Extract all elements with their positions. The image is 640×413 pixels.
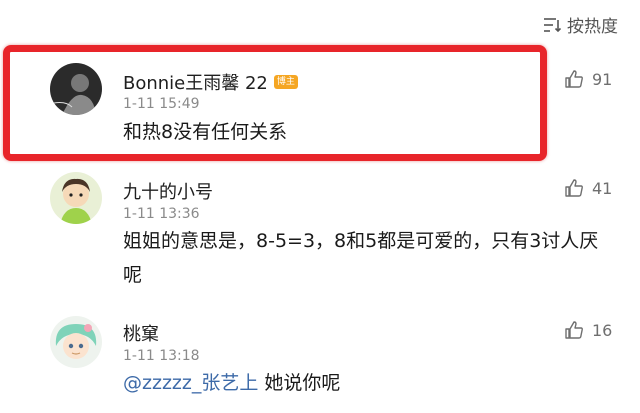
sort-icon (544, 17, 561, 32)
author-name: 九十的小号 (123, 182, 213, 203)
comment-text: 姐姐的意思是，8-5=3，8和5都是可爱的，只有3讨人厌呢 (123, 230, 599, 286)
avatar[interactable] (50, 172, 102, 224)
sort-label: 按热度 (567, 17, 618, 37)
like-count: 16 (592, 320, 613, 340)
like-count: 41 (592, 178, 613, 198)
comment-author[interactable]: 九十的小号 (123, 178, 213, 204)
comment-body: 她说你呢 (258, 372, 341, 394)
like-button[interactable]: 41 (564, 178, 612, 198)
sort-by-hot-button[interactable]: 按热度 (543, 12, 618, 37)
thumbs-up-icon (565, 179, 583, 197)
thumbs-up-icon (565, 70, 583, 88)
comment-time: 1-11 13:18 (123, 348, 200, 364)
avatar[interactable] (50, 316, 102, 368)
user-mention-link[interactable]: @zzzzz_张艺上 (123, 372, 258, 394)
like-button[interactable]: 16 (564, 320, 612, 340)
author-name: 桃窠 (123, 324, 159, 345)
like-count: 91 (592, 69, 613, 89)
like-button[interactable]: 91 (564, 69, 612, 89)
comment-author[interactable]: 桃窠 (123, 320, 159, 346)
thumbs-up-icon (565, 321, 583, 339)
comment-text: @zzzzz_张艺上 她说你呢 (123, 366, 613, 400)
comment-time: 1-11 13:36 (123, 206, 200, 222)
highlight-box (3, 45, 547, 161)
